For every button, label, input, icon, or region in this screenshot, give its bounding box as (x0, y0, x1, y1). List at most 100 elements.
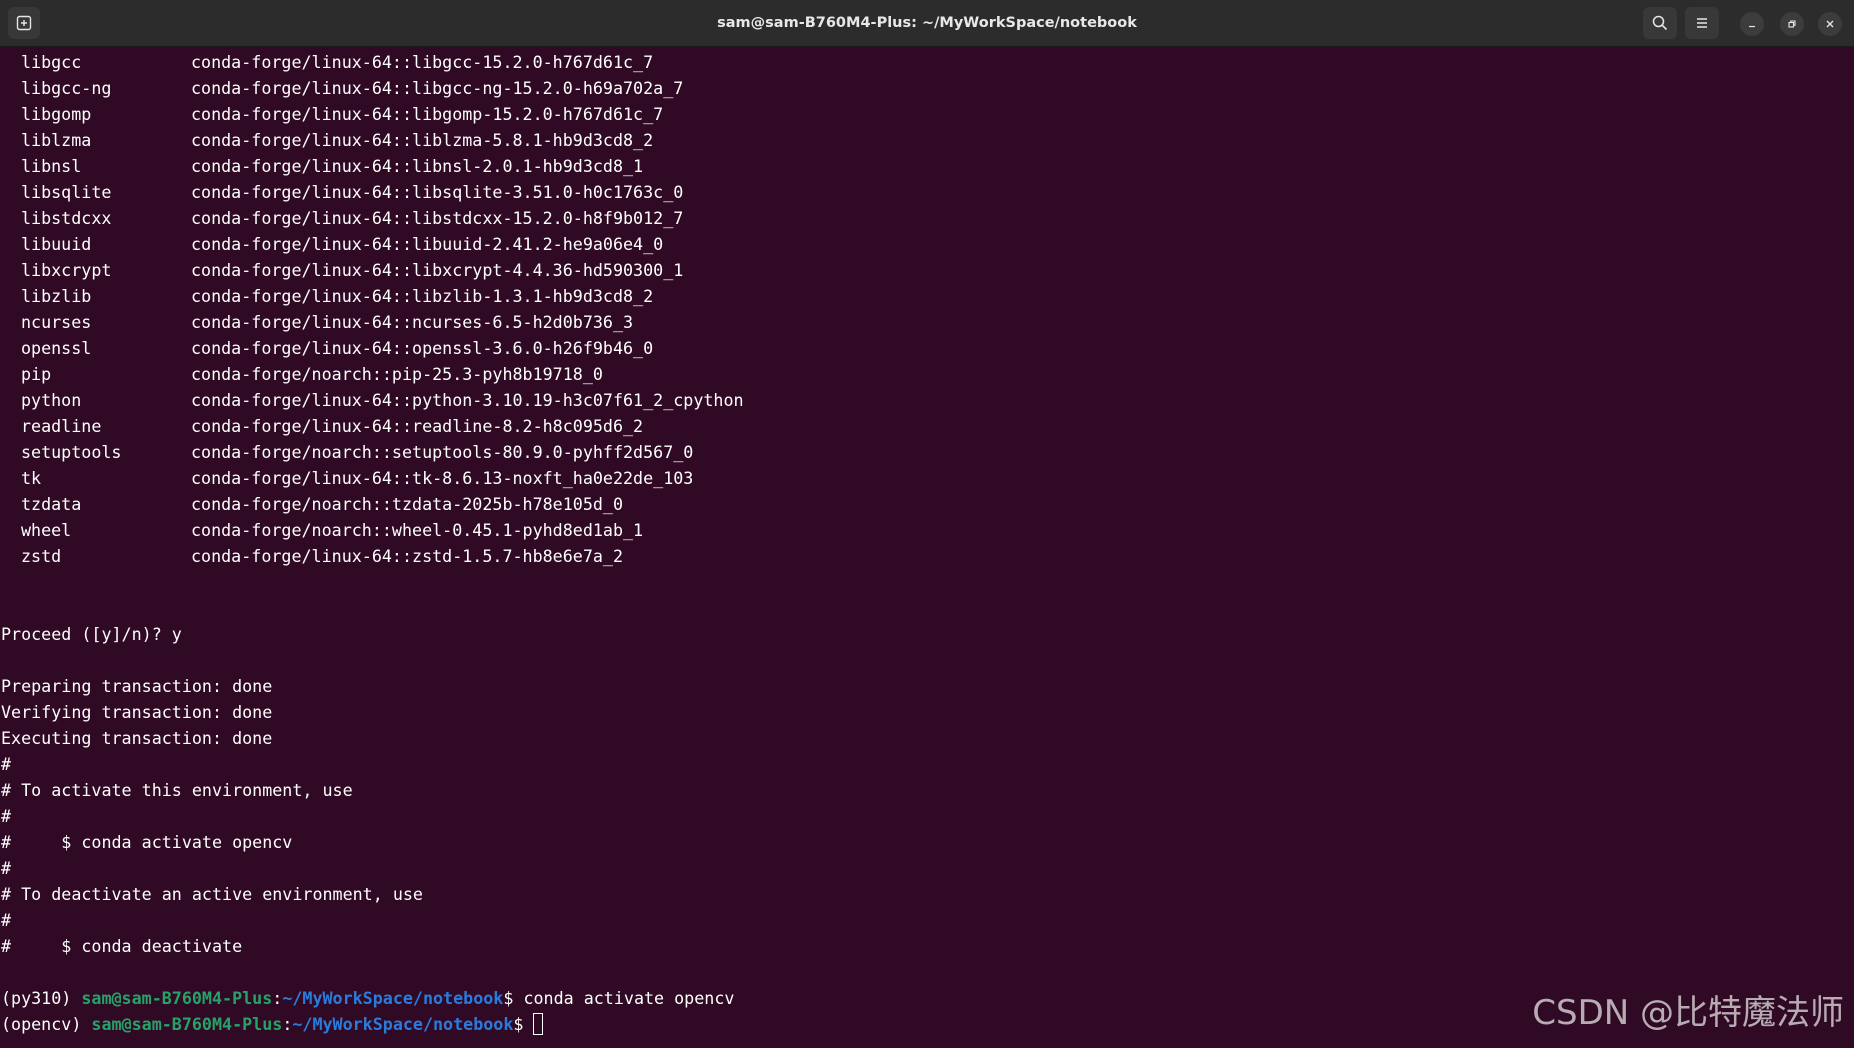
package-spec: conda-forge/linux-64::libgcc-15.2.0-h767… (191, 52, 654, 72)
comment-line: # $ conda deactivate (1, 936, 243, 956)
package-row: ncurses conda-forge/linux-64::ncurses-6.5… (1, 309, 1851, 335)
prompt-separator: : (272, 988, 283, 1008)
package-spec: conda-forge/linux-64::readline-8.2-h8c09… (191, 416, 644, 436)
package-name: pip (21, 364, 52, 384)
close-icon (1826, 20, 1834, 28)
package-spec: conda-forge/noarch::pip-25.3-pyh8b19718_… (191, 364, 603, 384)
typed-command: conda activate opencv (523, 988, 735, 1008)
watermark: CSDN @比特魔法师 (1532, 993, 1844, 1033)
package-name: tk (21, 468, 42, 488)
comment-line: # (1, 858, 12, 878)
package-row: python conda-forge/linux-64::python-3.10.… (1, 387, 1851, 413)
comment-line: # To activate this environment, use (1, 780, 353, 800)
package-row: pip conda-forge/noarch::pip-25.3-pyh8b197… (1, 361, 1851, 387)
package-name: setuptools (21, 442, 122, 462)
package-row: libgomp conda-forge/linux-64::libgomp-15.… (1, 101, 1851, 127)
package-spec: conda-forge/linux-64::libuuid-2.41.2-he9… (191, 234, 664, 254)
package-name: libsqlite (21, 182, 112, 202)
package-row: libzlib conda-forge/linux-64::libzlib-1.3… (1, 283, 1851, 309)
package-name: libgcc-ng (21, 78, 112, 98)
package-row: libgcc-ng conda-forge/linux-64::libgcc-ng… (1, 75, 1851, 101)
package-row: setuptools conda-forge/noarch::setuptools… (1, 439, 1851, 465)
package-name: wheel (21, 520, 72, 540)
prompt-dollar: $ (513, 1014, 534, 1034)
menu-button[interactable] (1685, 7, 1719, 39)
package-name: libgcc (21, 52, 82, 72)
transaction-line: Executing transaction: done (1, 728, 273, 748)
prompt-user-host: sam@sam-B760M4-Plus (91, 1014, 283, 1034)
package-name: zstd (21, 546, 62, 566)
prompt-dollar: $ (503, 988, 524, 1008)
package-spec: conda-forge/noarch::setuptools-80.9.0-py… (191, 442, 694, 462)
prompt-separator: : (282, 1014, 293, 1034)
minimize-icon (1749, 25, 1755, 28)
package-spec: conda-forge/linux-64::tk-8.6.13-noxft_ha… (191, 468, 694, 488)
package-name: tzdata (21, 494, 82, 514)
hamburger-menu-icon (1697, 18, 1707, 28)
package-spec: conda-forge/linux-64::ncurses-6.5-h2d0b7… (191, 312, 634, 332)
package-spec: conda-forge/linux-64::openssl-3.6.0-h26f… (191, 338, 654, 358)
minimize-button[interactable] (1740, 12, 1764, 36)
package-list: libgcc conda-forge/linux-64::libgcc-15.2.… (1, 49, 1851, 569)
package-spec: conda-forge/linux-64::zstd-1.5.7-hb8e6e7… (191, 546, 624, 566)
package-spec: conda-forge/linux-64::libgcc-ng-15.2.0-h… (191, 78, 684, 98)
package-name: liblzma (21, 130, 92, 150)
package-row: libstdcxx conda-forge/linux-64::libstdcxx… (1, 205, 1851, 231)
restore-button[interactable] (1780, 12, 1804, 36)
restore-icon (1788, 20, 1796, 28)
comment-line: # $ conda activate opencv (1, 832, 293, 852)
package-spec: conda-forge/noarch::tzdata-2025b-h78e105… (191, 494, 624, 514)
comment-line: # (1, 754, 12, 774)
terminal-output[interactable]: libgcc conda-forge/linux-64::libgcc-15.2.… (1, 49, 1851, 1037)
package-name: openssl (21, 338, 92, 358)
package-spec: conda-forge/linux-64::liblzma-5.8.1-hb9d… (191, 130, 654, 150)
transaction-line: Preparing transaction: done (1, 676, 273, 696)
package-name: python (21, 390, 82, 410)
comment-line: # (1, 910, 12, 930)
package-row: liblzma conda-forge/linux-64::liblzma-5.8… (1, 127, 1851, 153)
package-row: wheel conda-forge/noarch::wheel-0.45.1-py… (1, 517, 1851, 543)
window-title: sam@sam-B760M4-Plus: ~/MyWorkSpace/noteb… (717, 15, 1137, 31)
title-bar: sam@sam-B760M4-Plus: ~/MyWorkSpace/noteb… (0, 0, 1854, 47)
package-name: ncurses (21, 312, 92, 332)
package-row: readline conda-forge/linux-64::readline-8… (1, 413, 1851, 439)
package-row: zstd conda-forge/linux-64::zstd-1.5.7-hb8… (1, 543, 1851, 569)
package-row: libsqlite conda-forge/linux-64::libsqlite… (1, 179, 1851, 205)
package-name: libgomp (21, 104, 92, 124)
package-row: tk conda-forge/linux-64::tk-8.6.13-noxft_… (1, 465, 1851, 491)
package-row: libgcc conda-forge/linux-64::libgcc-15.2.… (1, 49, 1851, 75)
package-row: openssl conda-forge/linux-64::openssl-3.6… (1, 335, 1851, 361)
prompt-path: ~/MyWorkSpace/notebook (292, 1014, 514, 1034)
package-spec: conda-forge/linux-64::libxcrypt-4.4.36-h… (191, 260, 684, 280)
package-name: libxcrypt (21, 260, 112, 280)
close-button[interactable] (1818, 12, 1842, 36)
proceed-prompt: Proceed ([y]/n)? y (1, 624, 182, 644)
package-name: libstdcxx (21, 208, 112, 228)
prompt-path: ~/MyWorkSpace/notebook (282, 988, 504, 1008)
comment-line: # (1, 806, 12, 826)
conda-env: (py310) (1, 988, 82, 1008)
package-spec: conda-forge/linux-64::libzlib-1.3.1-hb9d… (191, 286, 654, 306)
package-spec: conda-forge/linux-64::python-3.10.19-h3c… (191, 390, 744, 410)
conda-env: (opencv) (1, 1014, 92, 1034)
package-name: libuuid (21, 234, 92, 254)
comment-line: # To deactivate an active environment, u… (1, 884, 423, 904)
package-spec: conda-forge/linux-64::libnsl-2.0.1-hb9d3… (191, 156, 644, 176)
package-name: libnsl (21, 156, 82, 176)
transaction-line: Verifying transaction: done (1, 702, 273, 722)
package-spec: conda-forge/linux-64::libstdcxx-15.2.0-h… (191, 208, 684, 228)
package-name: readline (21, 416, 102, 436)
package-spec: conda-forge/noarch::wheel-0.45.1-pyhd8ed… (191, 520, 644, 540)
package-row: libnsl conda-forge/linux-64::libnsl-2.0.1… (1, 153, 1851, 179)
package-row: libxcrypt conda-forge/linux-64::libxcrypt… (1, 257, 1851, 283)
package-spec: conda-forge/linux-64::libsqlite-3.51.0-h… (191, 182, 684, 202)
terminal-window: sam@sam-B760M4-Plus: ~/MyWorkSpace/noteb… (0, 0, 1854, 1048)
text-cursor[interactable] (533, 1013, 544, 1035)
search-button[interactable] (1643, 7, 1677, 39)
package-row: libuuid conda-forge/linux-64::libuuid-2.4… (1, 231, 1851, 257)
package-spec: conda-forge/linux-64::libgomp-15.2.0-h76… (191, 104, 664, 124)
package-row: tzdata conda-forge/noarch::tzdata-2025b-h… (1, 491, 1851, 517)
package-name: libzlib (21, 286, 92, 306)
prompt-user-host: sam@sam-B760M4-Plus (81, 988, 273, 1008)
search-icon (1652, 15, 1668, 31)
